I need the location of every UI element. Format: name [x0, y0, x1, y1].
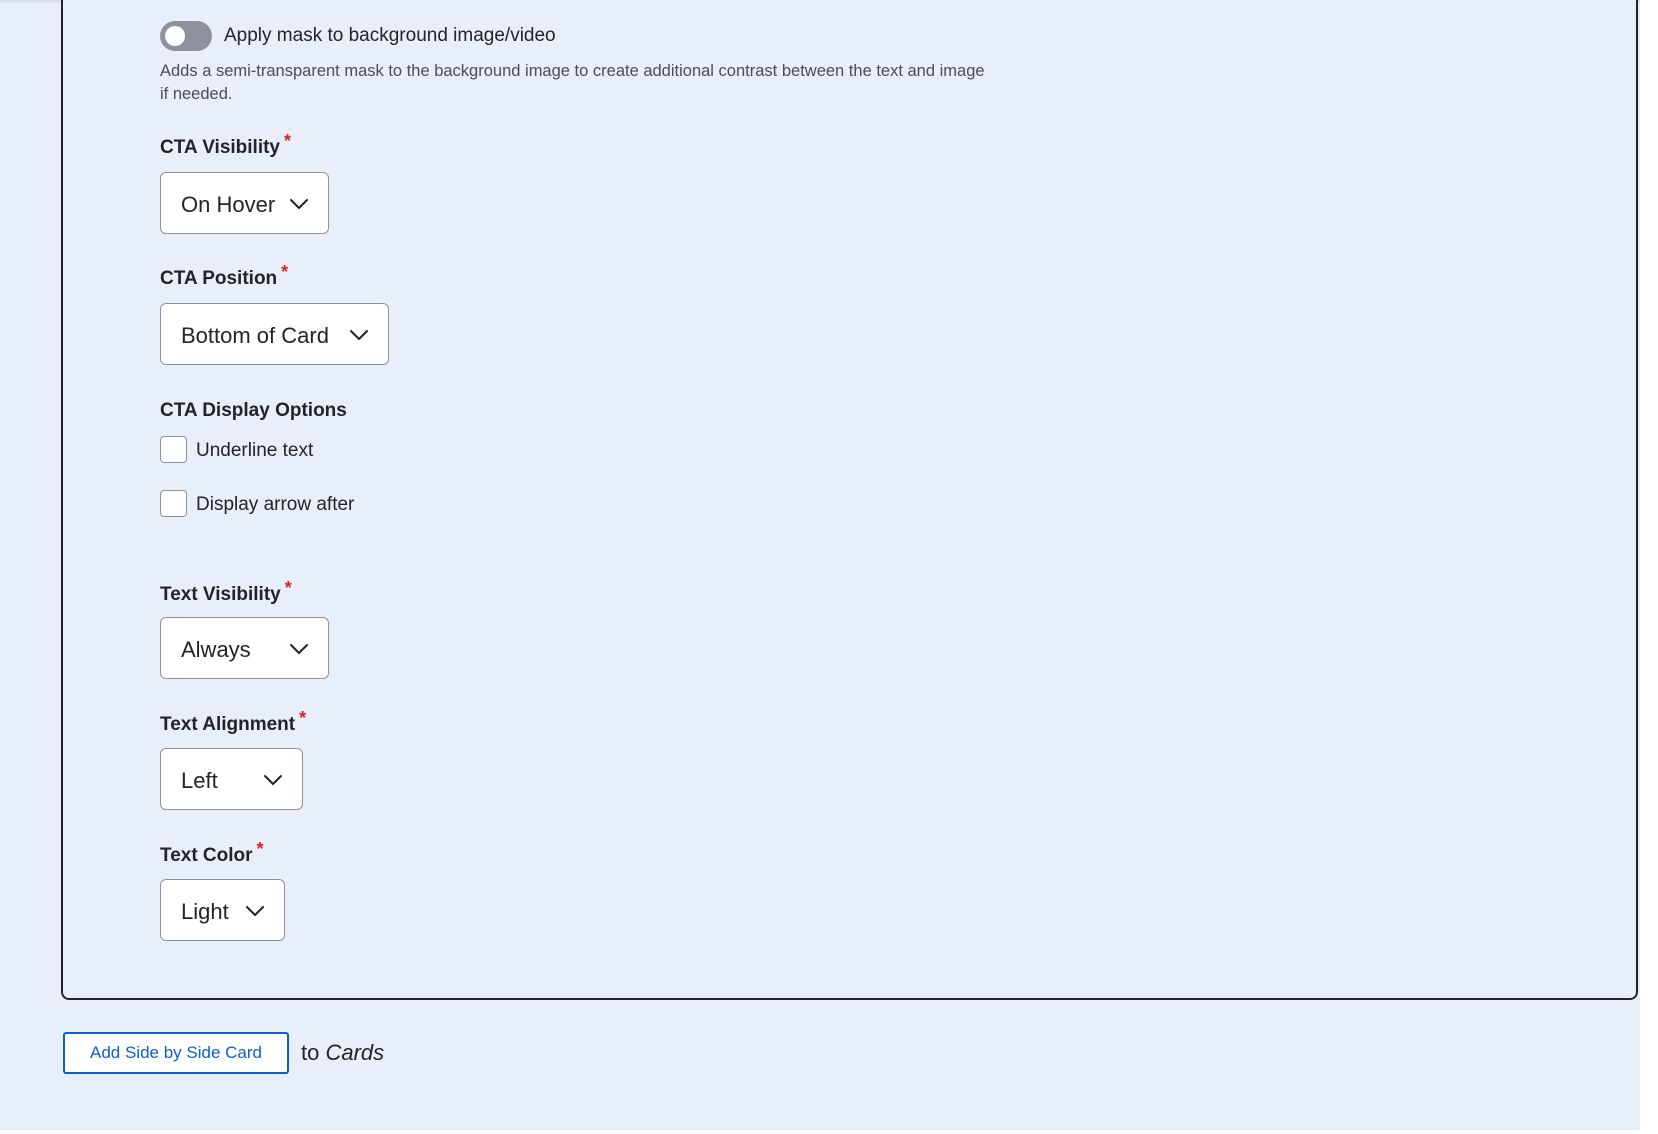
add-side-by-side-card-button[interactable]: Add Side by Side Card: [63, 1032, 289, 1074]
cta-position-label: CTA Position *: [160, 262, 288, 290]
target-name: Cards: [325, 1040, 385, 1065]
cta-visibility-label: CTA Visibility *: [160, 131, 291, 159]
text-color-label: Text Color *: [160, 839, 264, 867]
display-arrow-label: Display arrow after: [196, 494, 355, 515]
chevron-down-icon: [350, 330, 368, 340]
text-color-value: Light: [181, 899, 229, 924]
cta-visibility-select[interactable]: On Hover: [160, 172, 329, 234]
apply-mask-description: Adds a semi-transparent mask to the back…: [160, 62, 985, 103]
text-visibility-select[interactable]: Always: [160, 617, 329, 679]
underline-text-checkbox[interactable]: [160, 436, 187, 463]
text-alignment-label: Text Alignment *: [160, 708, 306, 736]
text-color-select[interactable]: Light: [160, 879, 285, 941]
cta-position-value: Bottom of Card: [181, 323, 329, 348]
text-alignment-select[interactable]: Left: [160, 748, 303, 810]
required-marker: *: [256, 839, 264, 859]
required-marker: *: [284, 578, 292, 598]
text-visibility-value: Always: [181, 637, 251, 662]
text-alignment-label-text: Text Alignment: [160, 714, 296, 735]
text-alignment-value: Left: [181, 768, 218, 793]
add-to-target: to Cards: [301, 1040, 384, 1066]
required-marker: *: [284, 131, 292, 151]
display-arrow-checkbox[interactable]: [160, 490, 187, 517]
cta-position-select[interactable]: Bottom of Card: [160, 303, 389, 365]
chevron-down-icon: [264, 775, 282, 785]
to-text: to: [301, 1040, 320, 1065]
toggle-knob: [165, 26, 185, 46]
apply-mask-label: Apply mask to background image/video: [224, 25, 556, 46]
cta-visibility-value: On Hover: [181, 192, 276, 217]
text-visibility-label-text: Text Visibility: [160, 584, 281, 605]
apply-mask-toggle[interactable]: [160, 21, 212, 51]
cta-position-label-text: CTA Position: [160, 268, 278, 289]
text-color-label-text: Text Color: [160, 845, 253, 866]
chevron-down-icon: [290, 199, 308, 209]
cta-display-options-label: CTA Display Options: [160, 400, 347, 421]
required-marker: *: [299, 708, 307, 728]
chevron-down-icon: [246, 906, 264, 916]
underline-text-label: Underline text: [196, 440, 314, 461]
text-visibility-label: Text Visibility *: [160, 578, 292, 606]
cta-visibility-label-text: CTA Visibility: [160, 137, 281, 158]
chevron-down-icon: [290, 644, 308, 654]
required-marker: *: [281, 262, 289, 282]
